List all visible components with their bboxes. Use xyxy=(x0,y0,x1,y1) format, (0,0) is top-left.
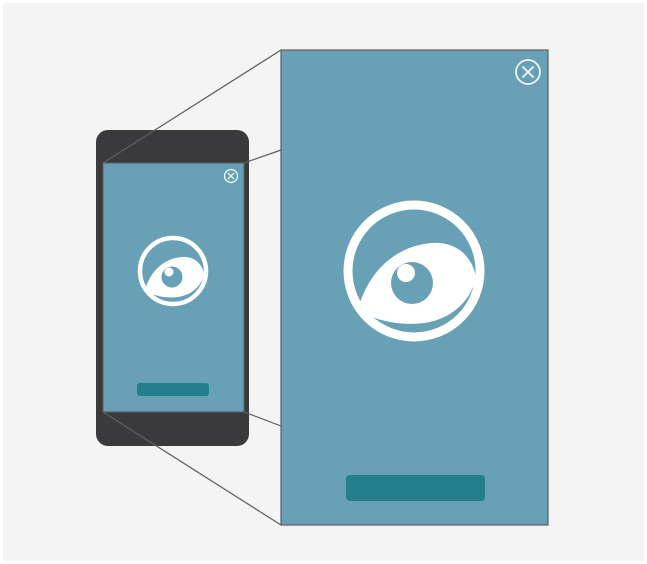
primary-button[interactable] xyxy=(137,383,209,396)
primary-button[interactable] xyxy=(346,475,485,501)
phone-device xyxy=(96,130,249,446)
phone-zoom-illustration xyxy=(3,3,644,561)
zoomed-screen xyxy=(280,49,549,526)
